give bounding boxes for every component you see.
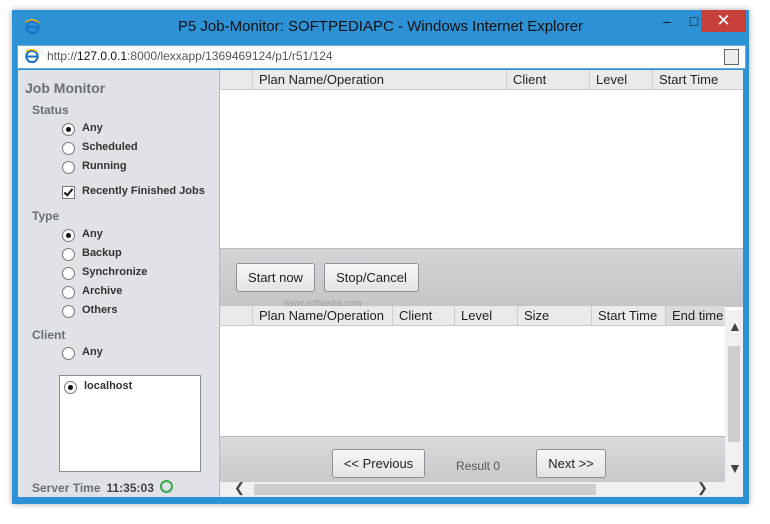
column-header-plan[interactable]: Plan Name/Operation	[252, 306, 392, 325]
column-header-size[interactable]: Size	[517, 306, 591, 325]
type-section-label: Type	[32, 209, 60, 223]
column-header-client[interactable]: Client	[392, 306, 454, 325]
job-monitor-main: Plan Name/Operation Client Level Start T…	[220, 70, 743, 497]
option-label: Any	[82, 122, 103, 134]
url-host: 127.0.0.1	[77, 49, 128, 63]
option-label: Any	[82, 228, 103, 240]
scroll-left-icon[interactable]: ❮	[234, 480, 245, 496]
radio-button[interactable]	[62, 142, 75, 155]
column-header-level[interactable]: Level	[454, 306, 517, 325]
address-bar[interactable]: http://127.0.0.1:8000/lexxapp/1369469124…	[17, 45, 746, 69]
page-content: Job Monitor Status Any Scheduled Running…	[18, 70, 743, 497]
checkbox-label: Recently Finished Jobs	[82, 185, 205, 197]
option-label: Others	[82, 304, 118, 316]
action-bar: Start now Stop/Cancel www.softpedia.com	[220, 248, 743, 308]
stop-cancel-button[interactable]: Stop/Cancel	[324, 263, 419, 292]
client-list[interactable]: localhost	[59, 375, 201, 472]
column-header-start-time[interactable]: Start Time	[591, 306, 665, 325]
url-prefix: http://	[47, 49, 78, 63]
column-header-level[interactable]: Level	[589, 70, 652, 89]
scheduled-jobs-header: Plan Name/Operation Client Level Start T…	[220, 70, 743, 90]
compatibility-view-icon[interactable]	[724, 49, 739, 65]
radio-button[interactable]	[62, 229, 75, 242]
option-label: Backup	[82, 247, 122, 259]
status-section-label: Status	[32, 103, 69, 117]
radio-button[interactable]	[62, 267, 75, 280]
server-time-value: 11:35:03	[106, 481, 154, 495]
vertical-scrollbar[interactable]: ▲ ▼	[725, 310, 743, 482]
option-label: Running	[82, 160, 127, 172]
server-time: Server Time 11:35:03	[32, 480, 173, 495]
header-cell-blank	[220, 70, 252, 89]
horizontal-scrollbar[interactable]: ❮ ❯	[220, 480, 743, 497]
filter-sidebar: Job Monitor Status Any Scheduled Running…	[18, 70, 220, 497]
previous-page-button[interactable]: << Previous	[332, 449, 425, 478]
radio-button[interactable]	[62, 305, 75, 318]
option-label: Any	[82, 346, 103, 358]
column-header-start-time[interactable]: Start Time	[652, 70, 743, 89]
ie-page-icon	[25, 48, 39, 64]
option-label: Synchronize	[82, 266, 148, 278]
scheduled-jobs-grid[interactable]	[220, 90, 743, 248]
scroll-up-icon[interactable]: ▲	[728, 318, 742, 334]
next-page-button[interactable]: Next >>	[536, 449, 606, 478]
close-button[interactable]: ✕	[701, 10, 746, 32]
radio-button[interactable]	[62, 161, 75, 174]
sidebar-title: Job Monitor	[25, 80, 106, 96]
url-path: :8000/lexxapp/1369469124/p1/r51/124	[127, 49, 333, 63]
server-time-label: Server Time	[32, 481, 101, 495]
radio-button[interactable]	[62, 248, 75, 261]
header-cell-blank	[220, 306, 252, 325]
window-title: P5 Job-Monitor: SOFTPEDIAPC - Windows In…	[177, 18, 584, 35]
minimize-button[interactable]: –	[654, 10, 680, 32]
option-label: Scheduled	[82, 141, 138, 153]
finished-jobs-header: Plan Name/Operation Client Level Size St…	[220, 306, 725, 326]
browser-window: P5 Job-Monitor: SOFTPEDIAPC - Windows In…	[12, 10, 749, 504]
column-header-client[interactable]: Client	[506, 70, 589, 89]
column-header-end-time[interactable]: End time	[665, 306, 725, 325]
clock-icon	[159, 480, 173, 493]
option-label: Archive	[82, 285, 123, 297]
checkbox[interactable]	[62, 186, 75, 199]
client-section-label: Client	[32, 328, 66, 342]
scroll-thumb[interactable]	[728, 346, 740, 442]
radio-button[interactable]	[64, 381, 77, 394]
pager-bar: << Previous Result 0 Next >>	[220, 436, 725, 483]
start-now-button[interactable]: Start now	[236, 263, 315, 292]
option-label: localhost	[84, 380, 133, 392]
title-bar: P5 Job-Monitor: SOFTPEDIAPC - Windows In…	[12, 10, 749, 42]
finished-jobs-grid[interactable]	[220, 326, 725, 436]
scroll-down-icon[interactable]: ▼	[728, 460, 742, 476]
radio-button[interactable]	[62, 123, 75, 136]
radio-button[interactable]	[62, 286, 75, 299]
column-header-plan[interactable]: Plan Name/Operation	[252, 70, 506, 89]
scroll-thumb[interactable]	[254, 484, 596, 495]
address-url[interactable]: http://127.0.0.1:8000/lexxapp/1369469124…	[47, 49, 333, 63]
scroll-right-icon[interactable]: ❯	[697, 480, 708, 496]
radio-button[interactable]	[62, 347, 75, 360]
result-count: Result 0	[456, 459, 501, 473]
